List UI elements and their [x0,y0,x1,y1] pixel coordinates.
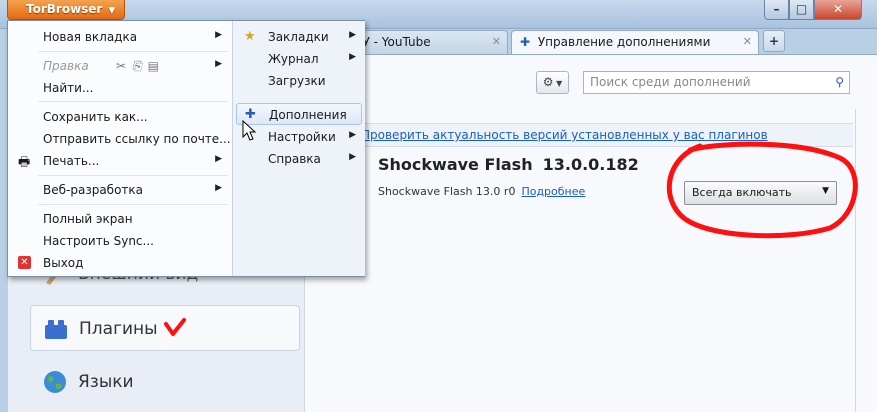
addon-description: Shockwave Flash 13.0 r0 [378,185,516,198]
menu-item-label: Правка [43,59,89,73]
more-info-link[interactable]: Подробнее [521,185,585,198]
globe-icon [44,371,66,393]
new-tab-button[interactable]: + [763,30,785,52]
menu-item-label: Выход [43,256,84,270]
menu-item-history[interactable]: Журнал ▶ [236,48,362,70]
menu-item-label: Дополнения [269,108,347,122]
menu-item-label: Новая вкладка [43,30,138,44]
app-menu-label: TorBrowser [26,2,103,16]
chevron-down-icon: ▼ [822,186,829,196]
app-menu-popup: Новая вкладка ▶ Правка ✂⎘▤ ▶ Найти... Сох… [7,20,365,277]
menu-item-save-as[interactable]: Сохранить как... [10,106,228,128]
tab-label: Управление дополнениями [537,35,711,49]
menu-item-fullscreen[interactable]: Полный экран [10,208,228,230]
chevron-right-icon: ▶ [349,152,356,162]
menu-item-exit[interactable]: ✕ Выход [10,252,228,274]
maximize-button[interactable]: □ [789,0,814,20]
puzzle-icon: ✚ [520,35,531,49]
star-icon: ★ [244,29,256,44]
menu-item-sync[interactable]: Настроить Sync... [10,230,228,252]
close-button[interactable]: ✕ [814,0,862,20]
category-plugins[interactable]: Плагины [30,305,300,351]
search-placeholder: Поиск среди дополнений [590,75,751,89]
tools-gear-button[interactable]: ⚙ ▼ [536,71,569,94]
menu-item-label: Настройки [268,130,336,144]
chevron-right-icon: ▶ [215,30,222,40]
menu-item-bookmarks[interactable]: ★ Закладки ▶ [236,26,362,48]
close-icon[interactable]: ✕ [743,35,752,48]
chevron-right-icon: ▶ [349,130,356,140]
menu-item-find[interactable]: Найти... [10,77,228,99]
chevron-down-icon: ▼ [108,6,116,16]
menu-item-label: Печать... [43,154,100,168]
cut-copy-paste-icons: ✂⎘▤ [116,59,165,73]
category-languages[interactable]: Языки [30,359,300,405]
plugin-brick-icon [45,320,67,339]
plugin-state-value: Всегда включать [692,186,792,199]
chevron-down-icon: ▼ [553,79,563,88]
menu-item-edit[interactable]: Правка ✂⎘▤ ▶ [10,55,228,77]
menu-separator [38,101,228,102]
menu-item-label: Веб-разработка [43,183,144,197]
addon-version: 13.0.0.182 [542,155,639,174]
menu-item-downloads[interactable]: Загрузки [236,70,362,92]
addons-search-input[interactable]: Поиск среди дополнений ⚲ [583,71,850,94]
chevron-right-icon: ▶ [349,52,356,62]
close-icon[interactable]: ✕ [492,35,501,48]
menu-separator [38,204,228,205]
addon-title: Shockwave Flash 13.0.0.182 [378,155,639,174]
printer-icon: 🖶 [18,155,31,170]
menu-item-help[interactable]: Справка ▶ [236,148,362,170]
app-menu-left-column: Новая вкладка ▶ Правка ✂⎘▤ ▶ Найти... Сох… [8,21,232,276]
chevron-right-icon: ▶ [215,183,222,193]
menu-separator [38,51,228,52]
mouse-cursor-icon [242,120,256,141]
menu-item-print[interactable]: 🖶 Печать... ▶ [10,150,228,172]
menu-item-send-link[interactable]: Отправить ссылку по почте... [10,128,231,150]
addons-list-pane: ⚙ ▼ Поиск среди дополнений ⚲ Проверить а… [304,55,877,412]
menu-separator [38,175,228,176]
app-menu-button[interactable]: TorBrowser ▼ [7,0,125,20]
tab-addons-manager[interactable]: ✚ Управление дополнениями ✕ [511,30,759,54]
menu-item-new-tab[interactable]: Новая вкладка ▶ [10,26,228,48]
exit-icon: ✕ [18,256,31,269]
menu-item-label: Журнал [268,52,319,66]
menu-item-web-developer[interactable]: Веб-разработка ▶ [10,179,228,201]
minimize-button[interactable]: – [764,0,789,20]
chevron-right-icon: ▶ [349,30,356,40]
addon-name: Shockwave Flash [378,155,533,174]
menu-item-label: Справка [268,152,321,166]
addon-description-row: Shockwave Flash 13.0 r0 Подробнее [378,185,585,198]
check-plugins-update-link[interactable]: Проверить актуальность версий установлен… [361,123,853,147]
search-icon[interactable]: ⚲ [835,75,844,89]
chevron-right-icon: ▶ [215,154,222,164]
menu-item-label: Закладки [268,30,329,44]
divider [855,109,856,412]
chevron-right-icon: ▶ [215,59,222,69]
category-label: Плагины [79,319,158,339]
gear-icon: ⚙ [542,75,554,89]
app-menu-right-column: ★ Закладки ▶ Журнал ▶ Загрузки ✚ Дополнени… [232,21,365,276]
plugin-state-select[interactable]: Всегда включать ▼ [684,181,837,205]
category-label: Языки [78,372,134,392]
